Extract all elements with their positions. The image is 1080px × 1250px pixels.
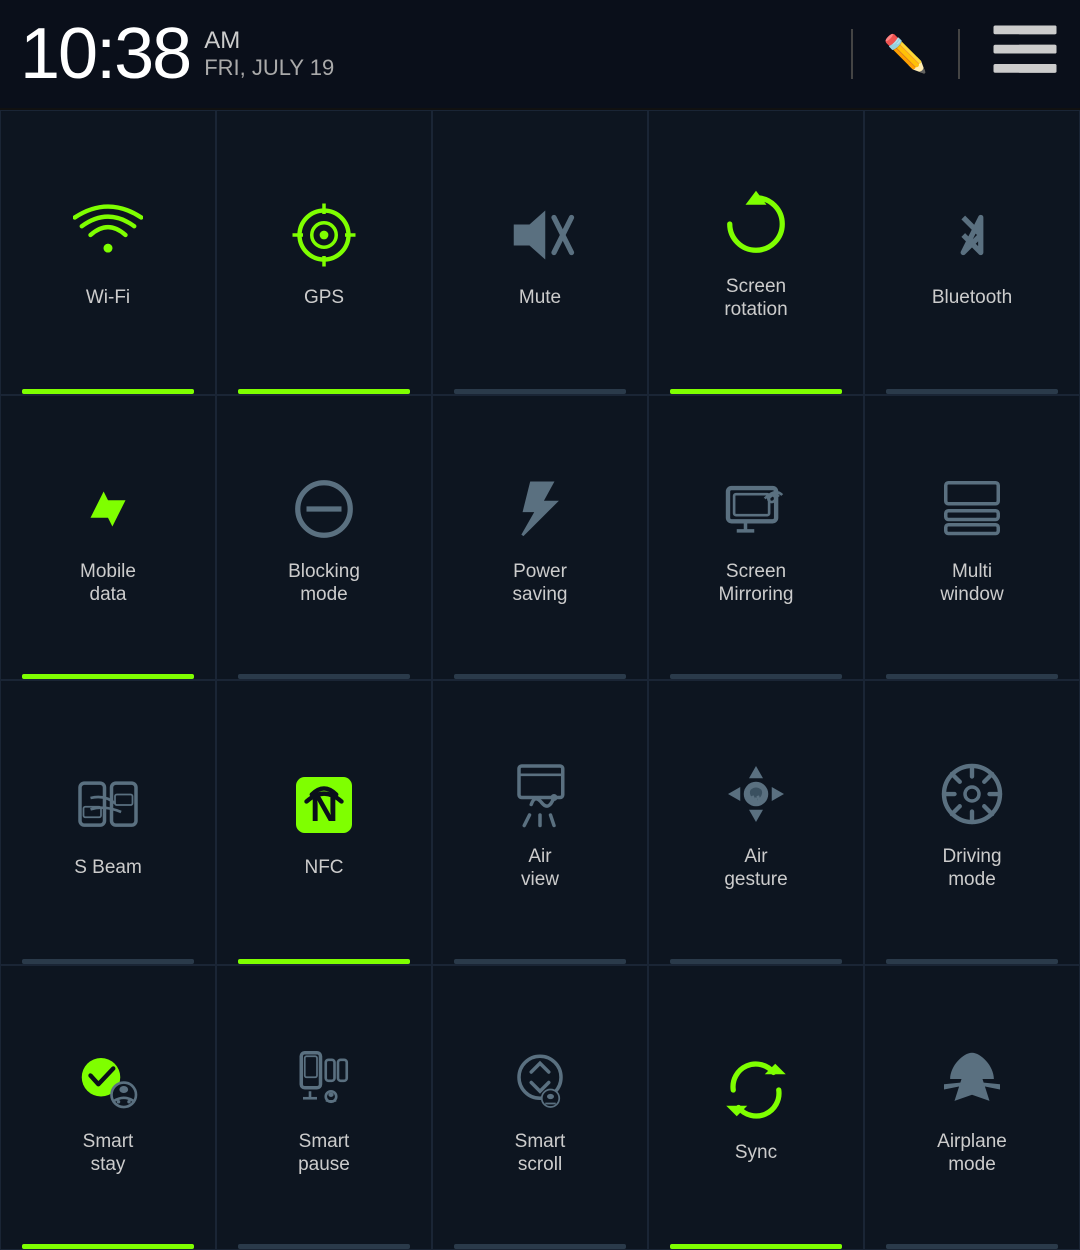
mobile-data-indicator (22, 674, 193, 679)
airplane-label: Airplanemode (937, 1131, 1007, 1177)
tile-screen-mirroring[interactable]: ScreenMirroring (648, 395, 864, 680)
air-gesture-icon (716, 754, 796, 834)
bluetooth-icon (932, 195, 1012, 275)
tile-sync[interactable]: Sync (648, 965, 864, 1250)
ampm-date: AM FRI, JULY 19 (204, 27, 334, 81)
sync-indicator (670, 1244, 841, 1249)
air-view-indicator (454, 959, 625, 964)
smart-stay-label: Smartstay (83, 1131, 134, 1177)
sync-icon (716, 1050, 796, 1130)
tile-s-beam[interactable]: S Beam (0, 680, 216, 965)
mute-indicator (454, 389, 625, 394)
multi-window-indicator (886, 674, 1057, 679)
airplane-indicator (886, 1244, 1057, 1249)
tile-mute[interactable]: Mute (432, 110, 648, 395)
mobile-data-icon (68, 469, 148, 549)
tile-blocking-mode[interactable]: Blockingmode (216, 395, 432, 680)
smart-scroll-label: Smartscroll (515, 1131, 566, 1177)
tile-air-gesture[interactable]: Airgesture (648, 680, 864, 965)
smart-pause-icon (284, 1039, 364, 1119)
blocking-icon (284, 469, 364, 549)
tile-airplane-mode[interactable]: Airplanemode (864, 965, 1080, 1250)
s-beam-label: S Beam (74, 857, 142, 880)
smart-stay-indicator (22, 1244, 193, 1249)
nfc-label: NFC (304, 857, 343, 880)
rotation-icon (716, 184, 796, 264)
tile-wifi[interactable]: Wi-Fi (0, 110, 216, 395)
wifi-icon (68, 195, 148, 275)
driving-label: Drivingmode (942, 846, 1001, 892)
driving-icon (932, 754, 1012, 834)
sync-label: Sync (735, 1142, 777, 1165)
rotation-indicator (670, 389, 841, 394)
date: FRI, JULY 19 (204, 55, 334, 81)
tile-mobile-data[interactable]: Mobiledata (0, 395, 216, 680)
air-view-label: Airview (521, 846, 559, 892)
tile-power-saving[interactable]: Powersaving (432, 395, 648, 680)
bluetooth-indicator (886, 389, 1057, 394)
gps-label: GPS (304, 287, 344, 310)
mute-label: Mute (519, 287, 561, 310)
tile-smart-stay[interactable]: Smartstay (0, 965, 216, 1250)
wifi-indicator (22, 389, 193, 394)
power-saving-indicator (454, 674, 625, 679)
smart-pause-label: Smartpause (298, 1131, 350, 1177)
power-saving-icon (500, 469, 580, 549)
air-gesture-label: Airgesture (724, 846, 787, 892)
tile-screen-rotation[interactable]: Screenrotation (648, 110, 864, 395)
header-icons: ✏️ (841, 15, 1060, 94)
nfc-indicator (238, 959, 409, 964)
ampm: AM (204, 27, 334, 55)
s-beam-indicator (22, 959, 193, 964)
status-bar: 10:38 AM FRI, JULY 19 ✏️ (0, 0, 1080, 110)
menu-icon[interactable] (990, 15, 1060, 94)
tile-nfc[interactable]: N NFC (216, 680, 432, 965)
divider-right (958, 29, 960, 79)
gps-icon (284, 195, 364, 275)
blocking-indicator (238, 674, 409, 679)
smart-scroll-icon (500, 1039, 580, 1119)
tile-bluetooth[interactable]: Bluetooth (864, 110, 1080, 395)
multi-window-icon (932, 469, 1012, 549)
mobile-data-label: Mobiledata (80, 561, 136, 607)
bluetooth-label: Bluetooth (932, 287, 1012, 310)
power-saving-label: Powersaving (513, 561, 568, 607)
nfc-icon: N (284, 765, 364, 845)
time-display: 10:38 (20, 13, 190, 95)
driving-indicator (886, 959, 1057, 964)
tile-multi-window[interactable]: Multiwindow (864, 395, 1080, 680)
edit-icon[interactable]: ✏️ (883, 33, 928, 75)
smart-stay-icon (68, 1039, 148, 1119)
tile-smart-scroll[interactable]: Smartscroll (432, 965, 648, 1250)
blocking-label: Blockingmode (288, 561, 360, 607)
multi-window-label: Multiwindow (940, 561, 1003, 607)
quick-settings-grid: Wi-Fi GPS Mute (0, 110, 1080, 1250)
tile-smart-pause[interactable]: Smartpause (216, 965, 432, 1250)
divider-left (851, 29, 853, 79)
air-gesture-indicator (670, 959, 841, 964)
tile-air-view[interactable]: Airview (432, 680, 648, 965)
airplane-icon (932, 1039, 1012, 1119)
gps-indicator (238, 389, 409, 394)
tile-driving-mode[interactable]: Drivingmode (864, 680, 1080, 965)
s-beam-icon (68, 765, 148, 845)
wifi-label: Wi-Fi (86, 287, 130, 310)
rotation-label: Screenrotation (724, 276, 787, 322)
screen-mirroring-label: ScreenMirroring (719, 561, 794, 607)
tile-gps[interactable]: GPS (216, 110, 432, 395)
smart-pause-indicator (238, 1244, 409, 1249)
air-view-icon (500, 754, 580, 834)
smart-scroll-indicator (454, 1244, 625, 1249)
screen-mirroring-icon (716, 469, 796, 549)
screen-mirroring-indicator (670, 674, 841, 679)
mute-icon (500, 195, 580, 275)
